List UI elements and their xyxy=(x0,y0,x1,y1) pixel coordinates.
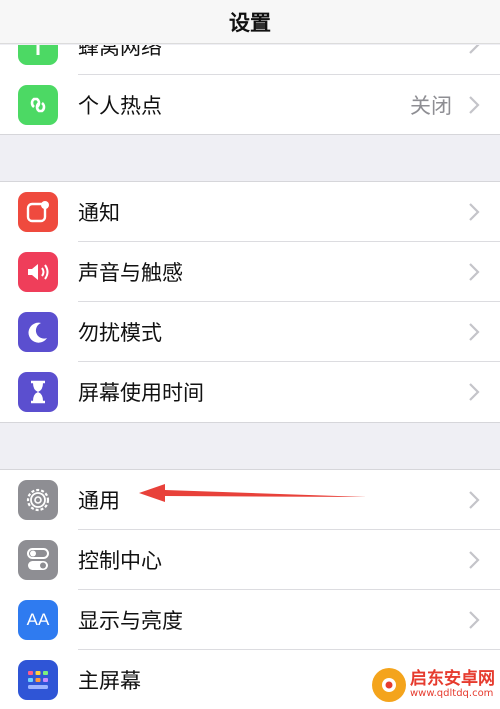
settings-row-label: 通知 xyxy=(78,201,120,225)
settings-row-display-brightness[interactable]: AA 显示与亮度 xyxy=(0,590,500,650)
chevron-right-icon xyxy=(469,203,480,221)
watermark: 启东安卓网 www.qdltdq.com xyxy=(372,660,500,709)
chevron-right-icon xyxy=(469,491,480,509)
settings-row-screen-time[interactable]: 屏幕使用时间 xyxy=(0,362,500,422)
gear-icon xyxy=(18,480,58,520)
chevron-right-icon xyxy=(469,611,480,629)
settings-row-notifications[interactable]: 通知 xyxy=(0,182,500,242)
settings-row-label: 勿扰模式 xyxy=(78,321,162,345)
hotspot-icon xyxy=(18,85,58,125)
chevron-right-icon xyxy=(469,263,480,281)
cellular-icon xyxy=(18,45,58,65)
chevron-right-icon xyxy=(469,96,480,114)
settings-row-cellular[interactable]: 蜂窝网络 xyxy=(0,45,500,75)
speaker-icon xyxy=(18,252,58,292)
navigation-bar: 设置 xyxy=(0,0,500,44)
annotation-arrow xyxy=(139,484,367,502)
watermark-url: www.qdltdq.com xyxy=(410,688,494,700)
moon-icon xyxy=(18,312,58,352)
settings-group-network: 蜂窝网络 个人热点 关闭 xyxy=(0,45,500,135)
settings-row-label: 个人热点 xyxy=(78,94,162,118)
settings-row-hotspot[interactable]: 个人热点 关闭 xyxy=(0,75,500,134)
settings-row-label: 声音与触感 xyxy=(78,261,183,285)
settings-row-label: 控制中心 xyxy=(78,549,162,573)
watermark-name: 启东安卓网 xyxy=(410,668,495,689)
settings-row-label: 主屏幕 xyxy=(78,669,141,693)
chevron-right-icon xyxy=(469,383,480,401)
settings-row-label: 蜂窝网络 xyxy=(78,45,162,59)
notifications-icon xyxy=(18,192,58,232)
settings-row-control-center[interactable]: 控制中心 xyxy=(0,530,500,590)
settings-row-label: 显示与亮度 xyxy=(78,609,183,633)
hotspot-status: 关闭 xyxy=(410,94,452,118)
home-screen-icon xyxy=(18,660,58,700)
page-title: 设置 xyxy=(229,10,271,35)
settings-row-do-not-disturb[interactable]: 勿扰模式 xyxy=(0,302,500,362)
settings-group-notifications: 通知 声音与触感 勿扰模式 屏幕使用时间 xyxy=(0,181,500,423)
text-size-icon-glyph: AA xyxy=(26,610,50,629)
hourglass-icon xyxy=(18,372,58,412)
settings-row-label: 通用 xyxy=(78,489,120,513)
settings-row-sounds[interactable]: 声音与触感 xyxy=(0,242,500,302)
chevron-right-icon xyxy=(469,45,480,54)
chevron-right-icon xyxy=(469,323,480,341)
settings-row-label: 屏幕使用时间 xyxy=(78,381,204,405)
watermark-logo-icon xyxy=(372,667,406,702)
chevron-right-icon xyxy=(469,551,480,569)
toggles-icon xyxy=(18,540,58,580)
text-size-icon: AA xyxy=(18,600,58,640)
